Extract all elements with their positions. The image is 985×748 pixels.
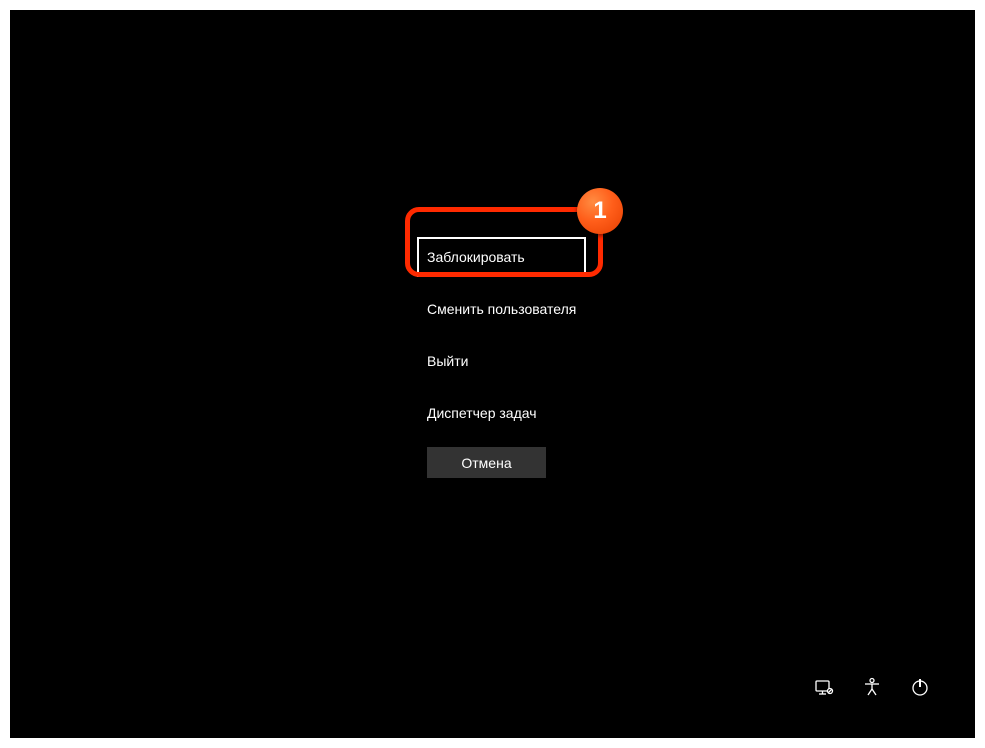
task-manager-option[interactable]: Диспетчер задач — [417, 393, 586, 433]
security-options-screen: Заблокировать Сменить пользователя Выйти… — [10, 10, 975, 738]
power-icon[interactable] — [910, 677, 930, 697]
accessibility-icon[interactable] — [862, 677, 882, 697]
sign-out-option[interactable]: Выйти — [417, 341, 586, 381]
bottom-icon-bar — [814, 677, 930, 697]
options-list: Заблокировать Сменить пользователя Выйти… — [417, 237, 586, 445]
switch-user-option[interactable]: Сменить пользователя — [417, 289, 586, 329]
network-icon[interactable] — [814, 677, 834, 697]
cancel-button[interactable]: Отмена — [427, 447, 546, 478]
annotation-badge: 1 — [577, 188, 623, 234]
lock-option[interactable]: Заблокировать — [417, 237, 586, 277]
